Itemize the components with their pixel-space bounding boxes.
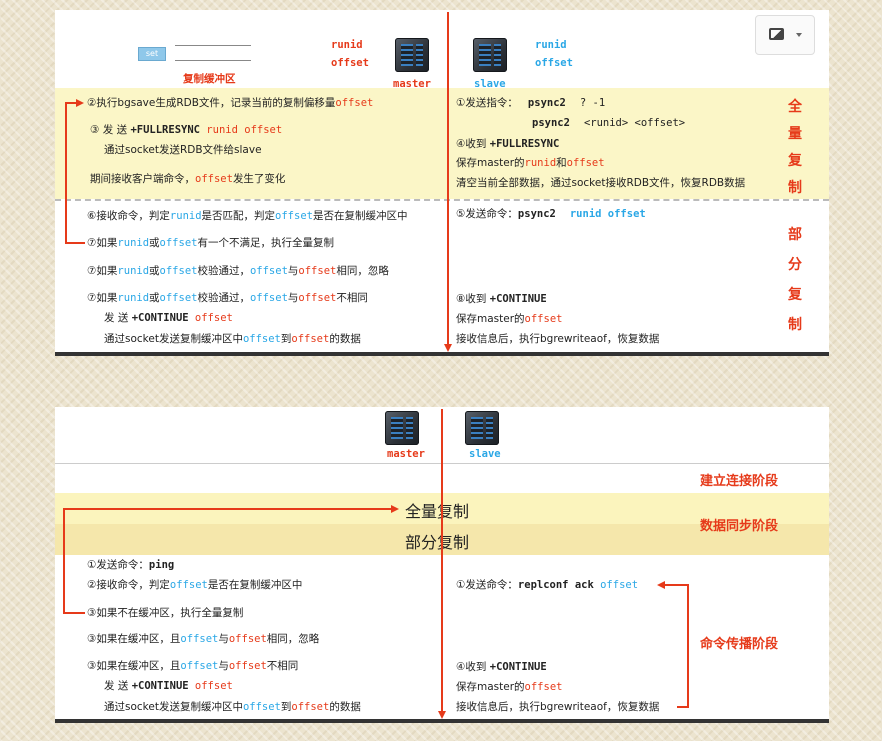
continue-restore: 接收信息后，执行bgrewriteaof，恢复数据 [456, 701, 660, 713]
full-step-1-args: psync2 <runid> <offset> [532, 117, 686, 129]
full-step-3: ③ 发 送 +FULLRESYNC runid offset [90, 124, 283, 136]
master-server-icon [395, 38, 429, 72]
loop-arrow-vertical-2 [63, 508, 65, 614]
slave-server-icon-2 [465, 411, 499, 445]
full-step-4-clear: 清空当前全部数据，通过socket接收RDB文件，恢复RDB数据 [456, 177, 746, 189]
image-menu-button[interactable] [755, 15, 815, 55]
master-offset: offset [331, 57, 369, 69]
ack-arrow-head-icon [657, 581, 665, 589]
band-divider [55, 199, 829, 201]
partial-step-7c: ⑦如果runid或offset校验通过，offset与offset不相同 [87, 292, 368, 304]
partial-copy-side-label: 部分复制 [788, 227, 802, 333]
partial-step-7a: ⑦如果runid或offset有一个不满足，执行全量复制 [87, 237, 334, 249]
continue-save: 保存master的offset [456, 681, 563, 693]
buffer-line-1 [175, 45, 251, 46]
set-tag: set [138, 47, 166, 61]
slave-server-icon [473, 38, 507, 72]
master-label-2: master [387, 448, 425, 460]
ping-step: ①发送命令：ping [87, 559, 175, 571]
partial-step-7c-send: 发 送 +CONTINUE offset [104, 312, 233, 324]
full-step-2: ②执行bgsave生成RDB文件，记录当前的复制偏移量offset [87, 97, 374, 109]
loop-arrow-bottom-2 [63, 612, 85, 614]
timeline-line [447, 12, 449, 346]
ack-arrow-vertical [687, 584, 689, 708]
loop-arrow-head-icon [76, 99, 84, 107]
phase-propagate-label: 命令传播阶段 [700, 637, 779, 652]
panel-bottom-border [55, 352, 829, 356]
buffer-label: 复制缓冲区 [183, 73, 236, 85]
replication-phases-diagram: master slave 建立连接阶段 全量复制 部分复制 数据同步阶段 ①发送… [55, 407, 829, 723]
timeline-arrow-icon-2 [438, 711, 446, 719]
partial-step-8: ⑧收到 +CONTINUE [456, 293, 547, 305]
in-buffer-same-step: ③如果在缓冲区，且offset与offset相同，忽略 [87, 633, 320, 645]
master-runid: runid [331, 39, 363, 51]
slave-label-2: slave [469, 448, 501, 460]
full-step-3-send: 通过socket发送RDB文件给slave [104, 144, 262, 156]
loop-arrow-vertical [65, 102, 67, 244]
master-server-icon-2 [385, 411, 419, 445]
full-step-4-save: 保存master的runid和offset [456, 157, 605, 169]
in-buffer-diff-data: 通过socket发送复制缓冲区中offset到offset的数据 [104, 701, 361, 713]
loop-arrow-head-icon-2 [391, 505, 399, 513]
ack-arrow-top [665, 584, 689, 586]
full-step-4: ④收到 +FULLRESYNC [456, 138, 560, 150]
chevron-down-icon [796, 33, 802, 37]
image-icon [769, 28, 784, 40]
in-buffer-diff-step: ③如果在缓冲区，且offset与offset不相同 [87, 660, 299, 672]
partial-step-5: ⑤发送命令：psync2 runid offset [456, 208, 646, 220]
check-offset-step: ②接收命令，判定offset是否在复制缓冲区中 [87, 579, 303, 591]
timeline-line-2 [441, 409, 443, 713]
full-copy-side-label: 全量复制 [788, 99, 802, 196]
buffer-line-2 [175, 60, 251, 61]
loop-arrow-horizontal-bottom [65, 242, 85, 244]
continue-step: ④收到 +CONTINUE [456, 661, 547, 673]
partial-step-8-save: 保存master的offset [456, 313, 563, 325]
panel-bottom-border-2 [55, 719, 829, 723]
timeline-arrow-icon [444, 344, 452, 352]
partial-step-7c-data: 通过socket发送复制缓冲区中offset到offset的数据 [104, 333, 361, 345]
full-step-3-note: 期间接收客户端命令，offset发生了变化 [90, 173, 286, 185]
partial-step-7b: ⑦如果runid或offset校验通过，offset与offset相同，忽略 [87, 265, 389, 277]
partial-step-8-restore: 接收信息后，执行bgrewriteaof，恢复数据 [456, 333, 660, 345]
full-partial-sync-diagram: set 复制缓冲区 runid offset master slave runi… [55, 10, 829, 356]
full-step-1: ①发送指令： psync2? -1 [456, 97, 606, 109]
in-buffer-diff-send: 发 送 +CONTINUE offset [104, 680, 233, 692]
phase-sync-label: 数据同步阶段 [700, 519, 779, 534]
slave-runid: runid [535, 39, 567, 51]
phase-connect-label: 建立连接阶段 [700, 474, 779, 489]
partial-step-6: ⑥接收命令，判定runid是否匹配，判定offset是否在复制缓冲区中 [87, 210, 408, 222]
slave-offset: offset [535, 57, 573, 69]
loop-arrow-top-2 [63, 508, 393, 510]
partial-copy-label: 部分复制 [405, 533, 470, 552]
replconf-step: ①发送命令：replconf ack offset [456, 579, 639, 591]
full-copy-label: 全量复制 [405, 502, 470, 521]
not-in-buffer-step: ③如果不在缓冲区，执行全量复制 [87, 607, 244, 619]
